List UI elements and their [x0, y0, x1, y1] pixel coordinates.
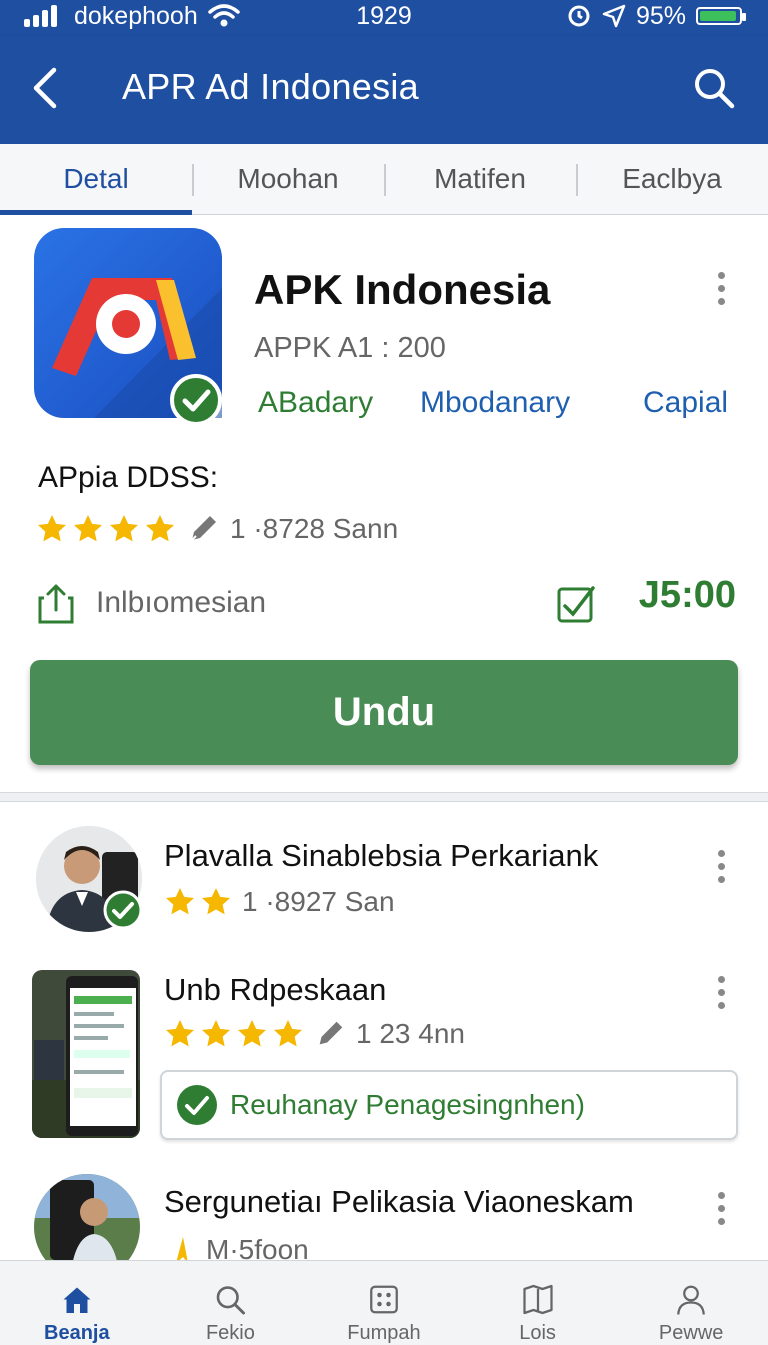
- item-meta: 1 ·8927 San: [242, 886, 395, 917]
- nav-grid[interactable]: Fumpah: [307, 1261, 461, 1345]
- location-icon: [602, 4, 626, 28]
- more-options-icon[interactable]: [716, 976, 726, 1016]
- back-arrow-icon[interactable]: [22, 62, 74, 114]
- more-options-icon[interactable]: [716, 272, 726, 312]
- category-link[interactable]: ABadary: [258, 386, 373, 420]
- nav-label: Pewwe: [658, 1322, 724, 1344]
- item-rating: 1 23 4nn: [164, 1018, 465, 1050]
- tab-moohan[interactable]: Moohan: [192, 144, 384, 214]
- share-icon[interactable]: [36, 582, 76, 626]
- home-icon: [63, 1287, 91, 1313]
- rating-meta: 1 ·8728 Sann: [230, 513, 399, 544]
- category-link[interactable]: Capial: [643, 386, 728, 420]
- nav-profile[interactable]: Pewwe: [614, 1261, 768, 1345]
- nav-label: Fekio: [205, 1322, 255, 1344]
- nav-home[interactable]: Beanja: [0, 1261, 154, 1345]
- item-meta: 1 23 4nn: [356, 1018, 465, 1049]
- app-bar: APR Ad Indonesia: [0, 36, 768, 144]
- category-link[interactable]: Mbodanary: [420, 386, 570, 420]
- star-icon: [146, 515, 174, 542]
- tab-matifen[interactable]: Matifen: [384, 144, 576, 214]
- item-thumbnail: [32, 970, 140, 1138]
- verified-badge-icon: [103, 890, 143, 930]
- price-check-icon: [557, 586, 595, 623]
- tab-eaclbya[interactable]: Eaclbya: [576, 144, 768, 214]
- star-icon: [38, 515, 66, 542]
- download-button[interactable]: Undu: [30, 660, 738, 765]
- page-title: APR Ad Indonesia: [122, 66, 420, 107]
- grid-icon: [370, 1285, 398, 1314]
- nav-map[interactable]: Lois: [461, 1261, 615, 1345]
- star-icon: [238, 1020, 266, 1047]
- nav-search[interactable]: Fekio: [154, 1261, 308, 1345]
- alarm-icon: [568, 5, 590, 27]
- edit-icon: [191, 516, 216, 541]
- status-time: 1929: [356, 1, 412, 30]
- star-icon: [166, 888, 194, 915]
- check-circle-icon: [177, 1085, 217, 1125]
- item-title: Plavalla Sinablebsia Perkariank: [164, 838, 599, 873]
- star-icon: [202, 1020, 230, 1047]
- search-icon: [217, 1286, 246, 1315]
- status-bar: dokephooh 1929 95%: [0, 0, 768, 36]
- star-icon: [110, 515, 138, 542]
- share-label[interactable]: Inlbıomesian: [96, 586, 266, 620]
- tab-bar: Detal Moohan Matifen Eaclbya: [0, 144, 768, 215]
- app-price: J5:00: [638, 574, 736, 616]
- status-chip[interactable]: Reuhanay Penagesingnhen): [160, 1070, 738, 1140]
- rating-label: APpia DDSS:: [38, 461, 219, 494]
- search-icon[interactable]: [690, 64, 738, 112]
- battery-percent: 95%: [635, 1, 686, 30]
- star-icon: [202, 888, 230, 915]
- nav-label: Beanja: [44, 1322, 110, 1344]
- app-name: APK Indonesia: [254, 266, 551, 313]
- item-title: Sergunetiaı Pelikasia Viaoneskam: [164, 1184, 634, 1219]
- chip-label: Reuhanay Penagesingnhen): [230, 1089, 585, 1120]
- person-icon: [677, 1285, 706, 1315]
- item-title: Unb Rdpeskaan: [164, 972, 387, 1007]
- star-icon: [74, 515, 102, 542]
- verified-badge-icon: [170, 374, 222, 426]
- star-icon: [274, 1020, 302, 1047]
- map-icon: [522, 1284, 553, 1315]
- bottom-navigation: Beanja Fekio Fumpah Lois Pewwe: [0, 1260, 768, 1345]
- screenshot-preview-icon: [32, 970, 140, 1138]
- more-options-icon[interactable]: [716, 1192, 726, 1232]
- app-version: APPK A1 : 200: [254, 332, 446, 364]
- edit-icon: [319, 1021, 343, 1045]
- nav-label: Fumpah: [347, 1322, 421, 1344]
- wifi-icon: [207, 4, 240, 27]
- carrier-name: dokephooh: [74, 1, 198, 30]
- star-icon: [166, 1020, 194, 1047]
- app-rating: 1 ·8728 Sann: [36, 512, 398, 546]
- tab-detail[interactable]: Detal: [0, 144, 192, 215]
- nav-label: Lois: [519, 1322, 556, 1344]
- section-divider: [0, 792, 768, 802]
- item-rating: 1 ·8927 San: [164, 886, 395, 918]
- signal-icon: [24, 5, 57, 27]
- more-options-icon[interactable]: [716, 850, 726, 890]
- share-price-row: Inlbıomesian J5:00: [36, 574, 736, 630]
- battery-icon: [696, 7, 746, 25]
